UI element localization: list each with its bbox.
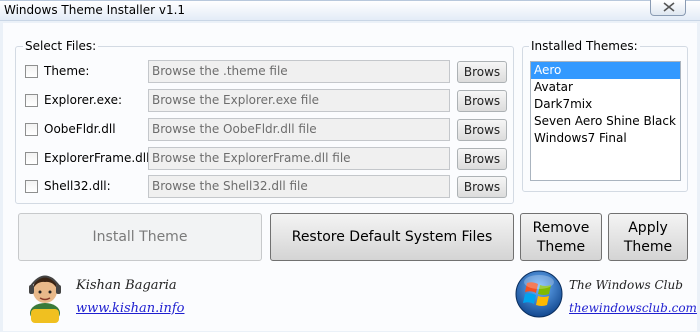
- oobefldr-checkbox[interactable]: [25, 123, 38, 136]
- theme-list-item[interactable]: Windows7 Final: [531, 130, 680, 147]
- explorerframe-path-input[interactable]: Browse the ExplorerFrame.dll file: [148, 147, 450, 170]
- explorer-browse-button[interactable]: Brows: [457, 90, 507, 112]
- partner-website-link[interactable]: thewindowsclub.com: [569, 301, 697, 315]
- close-icon: [663, 2, 675, 12]
- explorer-checkbox[interactable]: [25, 94, 38, 107]
- theme-list-item[interactable]: Seven Aero Shine Black: [531, 113, 680, 130]
- explorer-label: Explorer.exe:: [44, 93, 123, 107]
- oobefldr-path-input[interactable]: Browse the OobeFldr.dll file: [148, 118, 450, 141]
- author-website-link[interactable]: www.kishan.info: [76, 301, 184, 316]
- close-button[interactable]: [650, 0, 686, 16]
- shell32-path-input[interactable]: Browse the Shell32.dll file: [148, 175, 450, 198]
- installed-themes-label: Installed Themes:: [529, 39, 640, 53]
- app-window: Windows Theme Installer v1.1 Select File…: [0, 0, 700, 332]
- remove-theme-button[interactable]: Remove Theme: [520, 213, 602, 261]
- remove-theme-label-line1: Remove: [532, 220, 590, 236]
- theme-list-item[interactable]: Dark7mix: [531, 96, 680, 113]
- explorerframe-checkbox[interactable]: [25, 152, 38, 165]
- main-panel: Select Files: Theme: Browse the .theme f…: [3, 23, 697, 331]
- restore-defaults-button[interactable]: Restore Default System Files: [270, 213, 514, 261]
- shell32-checkbox[interactable]: [25, 180, 38, 193]
- theme-list-item[interactable]: Aero: [531, 62, 680, 79]
- oobefldr-label: OobeFldr.dll: [44, 122, 116, 136]
- theme-path-input[interactable]: Browse the .theme file: [148, 60, 450, 83]
- apply-theme-button[interactable]: Apply Theme: [608, 213, 688, 261]
- partner-name: The Windows Club: [569, 278, 683, 292]
- theme-browse-button[interactable]: Brows: [457, 61, 507, 83]
- window-title: Windows Theme Installer v1.1: [4, 3, 186, 17]
- apply-theme-label-line1: Apply: [628, 220, 668, 236]
- author-avatar-icon: [29, 275, 61, 323]
- shell32-label: Shell32.dll:: [44, 179, 111, 193]
- file-row-theme: Theme: Browse the .theme file Brows: [25, 60, 511, 84]
- file-row-explorer: Explorer.exe: Browse the Explorer.exe fi…: [25, 89, 511, 113]
- theme-label: Theme:: [44, 64, 90, 78]
- file-row-shell32: Shell32.dll: Browse the Shell32.dll file…: [25, 175, 511, 199]
- themes-listbox[interactable]: Aero Avatar Dark7mix Seven Aero Shine Bl…: [530, 61, 681, 181]
- remove-theme-label-line2: Theme: [536, 239, 586, 255]
- explorerframe-browse-button[interactable]: Brows: [457, 148, 507, 170]
- author-name: Kishan Bagaria: [76, 278, 177, 293]
- file-row-explorerframe: ExplorerFrame.dll Browse the ExplorerFra…: [25, 147, 511, 171]
- shell32-browse-button[interactable]: Brows: [457, 176, 507, 198]
- windows-logo-icon: [515, 270, 563, 318]
- install-theme-button[interactable]: Install Theme: [18, 213, 262, 261]
- theme-list-item[interactable]: Avatar: [531, 79, 680, 96]
- oobefldr-browse-button[interactable]: Brows: [457, 119, 507, 141]
- apply-theme-label-line2: Theme: [623, 239, 673, 255]
- title-bar: Windows Theme Installer v1.1: [0, 0, 700, 21]
- explorerframe-label: ExplorerFrame.dll: [44, 151, 150, 165]
- explorer-path-input[interactable]: Browse the Explorer.exe file: [148, 89, 450, 112]
- theme-checkbox[interactable]: [25, 65, 38, 78]
- file-row-oobefldr: OobeFldr.dll Browse the OobeFldr.dll fil…: [25, 118, 511, 142]
- select-files-label: Select Files:: [23, 39, 99, 53]
